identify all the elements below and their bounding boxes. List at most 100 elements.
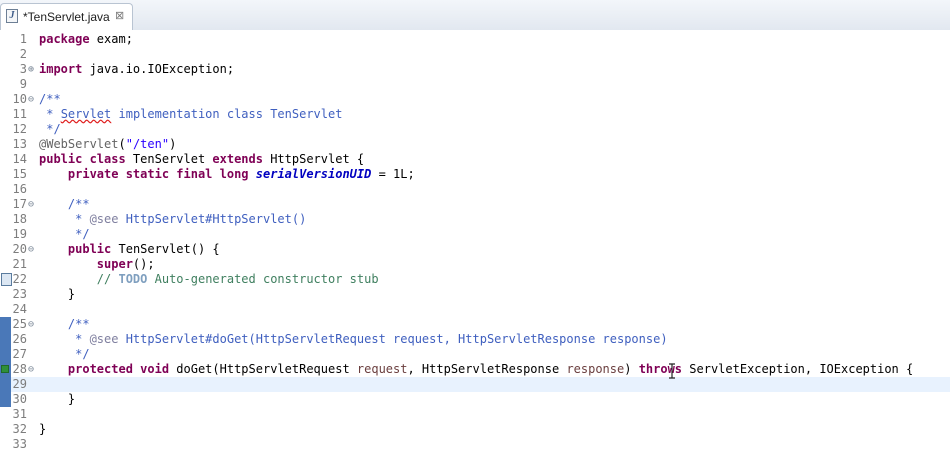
code-token: TODO — [118, 272, 148, 286]
code-line[interactable]: 11 * Servlet implementation class TenSer… — [0, 107, 950, 122]
code-line[interactable]: 22 // TODO Auto-generated constructor st… — [0, 272, 950, 287]
line-number: 2 — [19, 47, 27, 61]
collapse-fold-icon[interactable]: ⊖ — [26, 362, 36, 377]
code-line[interactable]: 17 ⊖ /** — [0, 197, 950, 212]
code-line[interactable]: 19 */ — [0, 227, 950, 242]
code-line[interactable]: 13 @WebServlet("/ten") — [0, 137, 950, 152]
code-line[interactable]: 26 * @see HttpServlet#doGet(HttpServletR… — [0, 332, 950, 347]
code-token: */ — [39, 347, 90, 361]
code-text: } — [39, 422, 46, 437]
code-line[interactable]: 25 ⊖ /** — [0, 317, 950, 332]
code-token: HttpServlet { — [262, 152, 365, 166]
code-token: super — [96, 257, 133, 271]
code-token: * — [39, 332, 90, 346]
code-token: serialVersionUID — [255, 167, 372, 181]
code-token: protected void — [67, 362, 170, 376]
code-token: public — [67, 242, 112, 256]
code-line[interactable]: 28 ⊖ protected void doGet(HttpServletRequ… — [0, 362, 950, 377]
code-token: */ — [39, 122, 61, 136]
code-text: public class TenServlet extends HttpServ… — [39, 152, 364, 167]
code-line[interactable]: 27 */ — [0, 347, 950, 362]
line-number: 32 — [12, 422, 27, 436]
code-line[interactable]: 2 — [0, 47, 950, 62]
code-token: private static final long — [67, 167, 249, 181]
code-line[interactable]: 12 */ — [0, 122, 950, 137]
code-token: } — [39, 392, 76, 406]
code-token: public class — [39, 152, 126, 166]
code-token: /** — [39, 317, 90, 331]
code-text: * @see HttpServlet#doGet(HttpServletRequ… — [39, 332, 668, 347]
code-line[interactable]: 23 } — [0, 287, 950, 302]
code-token: import — [39, 62, 83, 76]
code-line[interactable]: 21 super(); — [0, 257, 950, 272]
code-line[interactable]: 20 ⊖ public TenServlet() { — [0, 242, 950, 257]
line-number: 3 — [19, 62, 27, 76]
code-token: Auto-generated constructor stub — [147, 272, 379, 286]
line-number: 14 — [12, 152, 27, 166]
code-token: HttpServlet#doGet(HttpServletRequest req… — [118, 332, 668, 346]
expand-fold-icon[interactable]: ⊕ — [26, 62, 36, 77]
line-number: 13 — [12, 137, 27, 151]
code-text: */ — [39, 122, 61, 137]
code-text: @WebServlet("/ten") — [39, 137, 176, 152]
code-token: response — [566, 362, 625, 376]
code-text: /** — [39, 317, 90, 332]
code-token: // — [39, 272, 119, 286]
code-line[interactable]: 32} — [0, 422, 950, 437]
code-token: "/ten" — [125, 137, 170, 151]
code-line[interactable]: 9 — [0, 77, 950, 92]
code-token: * — [39, 107, 61, 121]
code-text: super(); — [39, 257, 155, 272]
collapse-fold-icon[interactable]: ⊖ — [26, 92, 36, 107]
code-line[interactable]: 31 — [0, 407, 950, 422]
code-line[interactable]: 14 public class TenServlet extends HttpSe… — [0, 152, 950, 167]
code-token: exam; — [89, 32, 133, 46]
code-token: /** — [39, 92, 61, 106]
code-line[interactable]: 30 } — [0, 392, 950, 407]
code-line[interactable]: 33 — [0, 437, 950, 452]
override-marker-icon[interactable] — [1, 365, 9, 373]
line-number: 31 — [12, 407, 27, 421]
code-token: TenServlet — [125, 152, 213, 166]
code-line[interactable]: 1 package exam; — [0, 32, 950, 47]
code-token: (); — [132, 257, 155, 271]
code-line[interactable]: 3 ⊕ import java.io.IOException; — [0, 62, 950, 77]
code-token: implementation class TenServlet — [111, 107, 343, 121]
code-line[interactable]: 18 * @see HttpServlet#HttpServlet() — [0, 212, 950, 227]
code-token: ( — [118, 137, 126, 151]
collapse-fold-icon[interactable]: ⊖ — [26, 317, 36, 332]
code-text: protected void doGet(HttpServletRequest … — [39, 362, 913, 377]
code-line[interactable]: 16 — [0, 182, 950, 197]
code-token: * — [39, 212, 90, 226]
code-line[interactable]: 10 ⊖/** — [0, 92, 950, 107]
code-token: package — [39, 32, 90, 46]
code-token: ) — [169, 137, 177, 151]
current-line[interactable]: 29 — [0, 377, 950, 392]
line-number: 10 — [12, 92, 27, 106]
collapse-fold-icon[interactable]: ⊖ — [26, 242, 36, 257]
code-token: HttpServlet#HttpServlet() — [118, 212, 307, 226]
code-text: // TODO Auto-generated constructor stub — [39, 272, 379, 287]
code-text: } — [39, 392, 75, 407]
java-file-icon: J — [6, 9, 18, 23]
code-editor[interactable]: 1 package exam; 2 3 ⊕ import java.io.IOExcept… — [0, 30, 950, 476]
editor-tab[interactable]: J *TenServlet.java ⊠ — [0, 3, 133, 30]
change-marker — [0, 317, 11, 407]
line-number: 20 — [12, 242, 27, 256]
text-ibeam-cursor-icon — [669, 363, 675, 379]
line-number: 19 — [12, 227, 27, 241]
code-token: /** — [39, 197, 90, 211]
code-text: } — [39, 287, 75, 302]
task-marker-icon[interactable] — [1, 273, 12, 286]
code-line[interactable]: 15 private static final long serialVersi… — [0, 167, 950, 182]
line-number: 17 — [12, 197, 27, 211]
code-token: } — [39, 287, 76, 301]
collapse-fold-icon[interactable]: ⊖ — [26, 197, 36, 212]
tab-title: *TenServlet.java — [23, 10, 110, 24]
close-icon[interactable]: ⊠ — [115, 9, 124, 22]
code-token: } — [39, 422, 47, 436]
code-text: public TenServlet() { — [39, 242, 220, 257]
code-line[interactable]: 24 — [0, 302, 950, 317]
code-token: = 1L; — [371, 167, 415, 181]
